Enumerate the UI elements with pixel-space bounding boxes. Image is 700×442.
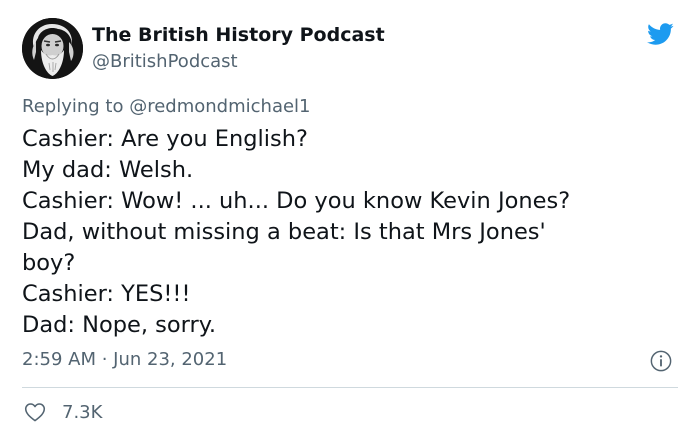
author-name[interactable]: The British History Podcast — [92, 24, 385, 46]
like-count: 7.3K — [62, 401, 103, 423]
tweet-text-line: My dad: Welsh. — [22, 157, 194, 183]
bearded-man-portrait-icon — [22, 18, 83, 79]
tweet-text-line: boy? — [22, 250, 76, 276]
reply-context: Replying to @redmondmichael1 — [22, 96, 311, 117]
tweet-text-line: Cashier: YES!!! — [22, 281, 191, 307]
tweet-card: The British History Podcast @BritishPodc… — [0, 0, 700, 442]
reply-prefix: Replying to — [22, 96, 124, 117]
info-circle-icon[interactable] — [650, 350, 672, 372]
tweet-text-line: Cashier: Are you English? — [22, 126, 308, 152]
twitter-bird-icon[interactable] — [644, 20, 676, 48]
tweet-text: Cashier: Are you English? My dad: Welsh.… — [22, 124, 682, 341]
reply-mention-link[interactable]: @redmondmichael1 — [129, 96, 310, 117]
tweet-text-line: Dad, without missing a beat: Is that Mrs… — [22, 219, 546, 245]
tweet-timestamp[interactable]: 2:59 AM · Jun 23, 2021 — [22, 349, 227, 370]
tweet-text-line: Dad: Nope, sorry. — [22, 312, 217, 338]
author-handle[interactable]: @BritishPodcast — [92, 51, 238, 72]
like-button[interactable]: 7.3K — [24, 401, 102, 423]
tweet-text-line: Cashier: Wow! ... uh... Do you know Kevi… — [22, 188, 571, 214]
author-avatar[interactable] — [22, 18, 83, 79]
heart-outline-icon — [24, 403, 46, 422]
divider — [22, 387, 678, 388]
